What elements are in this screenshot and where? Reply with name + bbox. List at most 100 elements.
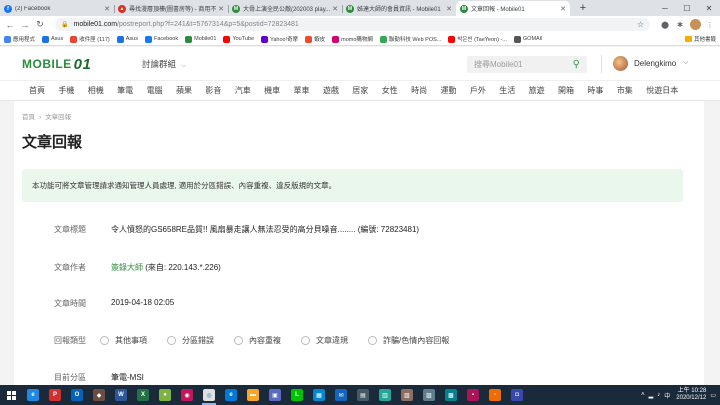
notification-icon[interactable]: ▭ bbox=[710, 392, 716, 399]
taskbar-media-icon[interactable]: ● bbox=[154, 385, 176, 405]
radio-circle[interactable] bbox=[100, 336, 109, 345]
breadcrumb-home[interactable]: 首頁 bbox=[22, 114, 35, 121]
category-nav-item[interactable]: 筆電 bbox=[117, 85, 133, 96]
extension-icon[interactable]: ⬤ bbox=[659, 19, 671, 31]
browser-tab[interactable]: M 大骨上演全民公敵(202003 play... ✕ bbox=[228, 1, 342, 16]
category-nav-item[interactable]: 遊戲 bbox=[323, 85, 339, 96]
taskbar-excel-icon[interactable]: X bbox=[132, 385, 154, 405]
tab-close-icon[interactable]: ✕ bbox=[560, 5, 566, 13]
browser-tab[interactable]: M 姊達大師的會員資訊 - Mobile01 ✕ bbox=[342, 1, 456, 16]
tab-close-icon[interactable]: ✕ bbox=[332, 5, 338, 13]
report-type-radio[interactable]: 其他事項 bbox=[100, 335, 147, 346]
bookmark-item[interactable]: 蝦皮 bbox=[305, 35, 325, 43]
taskbar-edge-icon[interactable]: e bbox=[220, 385, 242, 405]
bookmark-item[interactable]: YouTube bbox=[223, 35, 254, 43]
site-search-input[interactable]: 搜尋Mobile01 ⚲ bbox=[467, 56, 587, 73]
category-nav-item[interactable]: 戶外 bbox=[470, 85, 486, 96]
category-nav-item[interactable]: 汽車 bbox=[235, 85, 251, 96]
taskbar-app19-icon[interactable]: ▨ bbox=[418, 385, 440, 405]
close-window-button[interactable]: ✕ bbox=[698, 0, 720, 16]
ime-icon[interactable]: 中 bbox=[664, 391, 670, 400]
forward-arrow-icon[interactable]: → bbox=[19, 19, 31, 31]
taskbar-calendar-icon[interactable]: ▦ bbox=[308, 385, 330, 405]
report-type-radio[interactable]: 文章違規 bbox=[301, 335, 348, 346]
profile-avatar[interactable] bbox=[690, 19, 701, 30]
bookmark-item[interactable]: 박은빈 (TaeYeon) -... bbox=[448, 35, 507, 43]
taskbar-photos-icon[interactable]: ◉ bbox=[176, 385, 198, 405]
bookmark-item[interactable]: Facebook bbox=[144, 35, 178, 43]
category-nav-item[interactable]: 影音 bbox=[205, 85, 221, 96]
taskbar-store-icon[interactable]: ▣ bbox=[264, 385, 286, 405]
tray-chevron-icon[interactable]: ˄ bbox=[641, 392, 645, 398]
taskbar-word-icon[interactable]: W bbox=[110, 385, 132, 405]
category-nav-item[interactable]: 悅遊日本 bbox=[646, 85, 678, 96]
taskbar-line-icon[interactable]: L bbox=[286, 385, 308, 405]
bookmark-star-icon[interactable]: ☆ bbox=[637, 20, 644, 29]
bookmark-item[interactable]: GOMAll bbox=[513, 35, 542, 43]
tab-close-icon[interactable]: ✕ bbox=[104, 5, 110, 13]
category-nav-item[interactable]: 單車 bbox=[294, 85, 310, 96]
category-nav-item[interactable]: 蘋果 bbox=[176, 85, 192, 96]
taskbar-explorer-icon[interactable]: ▬ bbox=[242, 385, 264, 405]
other-bookmarks[interactable]: 其他書籤 bbox=[684, 35, 716, 43]
bookmark-item[interactable]: 聯勤科技 Web POS... bbox=[379, 35, 441, 43]
bookmark-item[interactable]: 應用程式 bbox=[4, 35, 35, 43]
report-type-radio[interactable]: 詐騙/色情內容回報 bbox=[368, 335, 449, 346]
bookmark-item[interactable]: momo購物網 bbox=[332, 35, 373, 43]
taskbar-app22-icon[interactable]: ▫ bbox=[484, 385, 506, 405]
bookmark-item[interactable]: Asus bbox=[42, 35, 63, 43]
taskbar-app21-icon[interactable]: ▪ bbox=[462, 385, 484, 405]
mobile01-logo[interactable]: MOBILE 01 bbox=[22, 56, 104, 73]
tab-close-icon[interactable]: ✕ bbox=[446, 5, 452, 13]
clock[interactable]: 上午 10:28 2020/12/12 bbox=[676, 388, 706, 402]
taskbar-outlook-icon[interactable]: O bbox=[66, 385, 88, 405]
username[interactable]: Delengkimo bbox=[634, 59, 676, 68]
volume-icon[interactable]: ♪ bbox=[657, 392, 660, 398]
radio-circle[interactable] bbox=[234, 336, 243, 345]
taskbar-app23-icon[interactable]: ◘ bbox=[506, 385, 528, 405]
report-type-radio[interactable]: 分區錯誤 bbox=[167, 335, 214, 346]
radio-circle[interactable] bbox=[167, 336, 176, 345]
user-avatar[interactable] bbox=[613, 56, 628, 71]
start-button[interactable] bbox=[0, 385, 22, 405]
category-nav-item[interactable]: 機車 bbox=[264, 85, 280, 96]
category-nav-item[interactable]: 電腦 bbox=[147, 85, 163, 96]
taskbar-game-icon[interactable]: ◆ bbox=[88, 385, 110, 405]
category-nav-item[interactable]: 相機 bbox=[88, 85, 104, 96]
new-tab-button[interactable]: + bbox=[576, 1, 590, 15]
radio-circle[interactable] bbox=[301, 336, 310, 345]
taskbar-ie-icon[interactable]: e bbox=[22, 385, 44, 405]
browser-tab[interactable]: M 文章回報 - Mobile01 ✕ bbox=[456, 1, 570, 16]
tab-close-icon[interactable]: ✕ bbox=[218, 5, 224, 13]
extension-puzzle-icon[interactable]: ✱ bbox=[674, 19, 686, 31]
taskbar-app16-icon[interactable]: ▤ bbox=[352, 385, 374, 405]
search-icon[interactable]: ⚲ bbox=[573, 59, 580, 70]
reload-icon[interactable]: ↻ bbox=[34, 19, 46, 31]
taskbar-mail-icon[interactable]: ✉ bbox=[330, 385, 352, 405]
browser-menu-icon[interactable]: ⋮ bbox=[704, 19, 716, 31]
network-icon[interactable]: ▂ bbox=[649, 392, 654, 399]
category-nav-item[interactable]: 運動 bbox=[440, 85, 456, 96]
category-nav-item[interactable]: 開箱 bbox=[558, 85, 574, 96]
url-omnibox[interactable]: 🔒 mobile01.com /postreport.php?f=241&t=5… bbox=[55, 18, 650, 31]
category-nav-item[interactable]: 生活 bbox=[499, 85, 515, 96]
bookmark-item[interactable]: Yahoo!奇摩 bbox=[261, 35, 298, 43]
bookmark-item[interactable]: 收件匣 (117) bbox=[70, 35, 110, 43]
radio-circle[interactable] bbox=[368, 336, 377, 345]
report-type-radio[interactable]: 內容重複 bbox=[234, 335, 281, 346]
bookmark-item[interactable]: Asus bbox=[116, 35, 138, 43]
category-nav-item[interactable]: 居家 bbox=[352, 85, 368, 96]
minimize-button[interactable]: ─ bbox=[654, 0, 676, 16]
category-nav-item[interactable]: 女性 bbox=[382, 85, 398, 96]
category-nav-item[interactable]: 市集 bbox=[617, 85, 633, 96]
browser-tab[interactable]: f (2) Facebook ✕ bbox=[0, 1, 114, 16]
category-nav-item[interactable]: 旅遊 bbox=[529, 85, 545, 96]
taskbar-pdf-icon[interactable]: P bbox=[44, 385, 66, 405]
taskbar-app18-icon[interactable]: ▧ bbox=[396, 385, 418, 405]
category-nav-item[interactable]: 時尚 bbox=[411, 85, 427, 96]
taskbar-app20-icon[interactable]: ▩ bbox=[440, 385, 462, 405]
author-link[interactable]: 簽錄大師 bbox=[111, 263, 143, 272]
browser-tab[interactable]: ▲ 尋找漫層頂樓(圖書房等) - 商用不 ✕ bbox=[114, 1, 228, 16]
category-nav-item[interactable]: 手機 bbox=[58, 85, 74, 96]
user-menu-chevron-icon[interactable]: ⌵ bbox=[683, 59, 688, 67]
